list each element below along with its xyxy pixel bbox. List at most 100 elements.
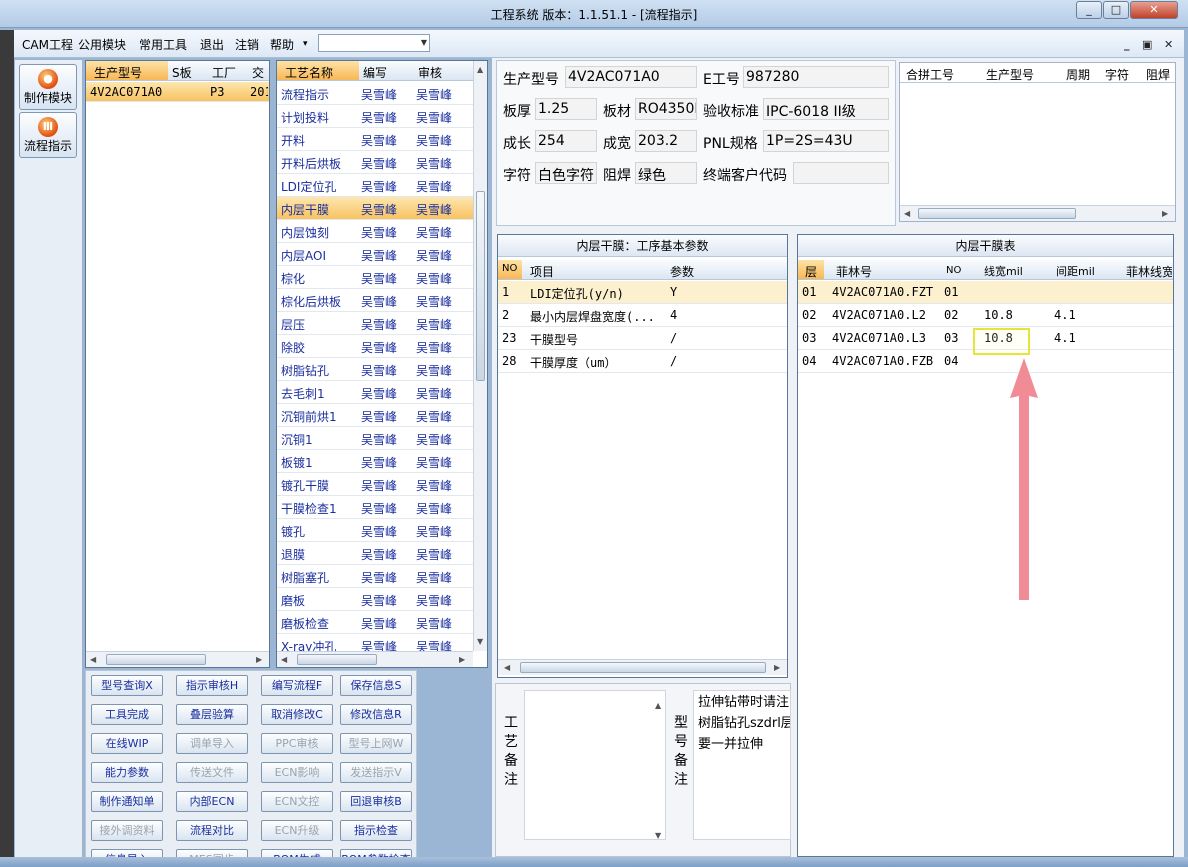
- menu-common-tools[interactable]: 常用工具: [139, 36, 187, 53]
- solder-mask-field[interactable]: 绿色: [635, 162, 697, 184]
- process-row[interactable]: 沉铜1 吴雪峰 吴雪峰: [277, 427, 473, 450]
- film-row[interactable]: 02 4V2AC071A0.L2 02 10.8 4.1: [798, 304, 1173, 327]
- model-value-field[interactable]: 4V2AC071A0: [565, 66, 697, 88]
- menu-public-module[interactable]: 公用模块: [78, 36, 126, 53]
- sidebar-make-module-button[interactable]: ● 制作模块: [19, 64, 77, 110]
- action-button[interactable]: 型号上网W: [340, 733, 412, 754]
- scroll-left-icon[interactable]: ◀: [281, 655, 287, 664]
- action-button[interactable]: 发送指示V: [340, 762, 412, 783]
- film-row[interactable]: 01 4V2AC071A0.FZT 01: [798, 281, 1173, 304]
- process-row[interactable]: 磨板检查 吴雪峰 吴雪峰: [277, 611, 473, 634]
- scroll-thumb[interactable]: [918, 208, 1076, 219]
- process-row[interactable]: 树脂钻孔 吴雪峰 吴雪峰: [277, 358, 473, 381]
- process-row[interactable]: 棕化后烘板 吴雪峰 吴雪峰: [277, 289, 473, 312]
- action-button[interactable]: 工具完成: [91, 704, 163, 725]
- minimize-button[interactable]: _: [1076, 1, 1102, 19]
- action-button[interactable]: 取消修改C: [261, 704, 333, 725]
- col-character[interactable]: 字符: [1105, 66, 1129, 83]
- thickness-field[interactable]: 1.25: [535, 98, 597, 120]
- param-row[interactable]: 28 干膜厚度（um） /: [498, 350, 787, 373]
- action-button[interactable]: 编写流程F: [261, 675, 333, 696]
- toolbar-combo[interactable]: ▼: [318, 34, 430, 52]
- scroll-right-icon[interactable]: ▶: [459, 655, 465, 664]
- col-item[interactable]: 项目: [530, 263, 554, 280]
- param-row[interactable]: 2 最小内层焊盘宽度(... 4: [498, 304, 787, 327]
- close-button[interactable]: ✕: [1130, 1, 1178, 19]
- process-row[interactable]: 磨板 吴雪峰 吴雪峰: [277, 588, 473, 611]
- sidebar-flow-button[interactable]: Ⅲ 流程指示: [19, 112, 77, 158]
- menu-help[interactable]: 帮助: [270, 36, 294, 53]
- col-no[interactable]: NO: [946, 265, 961, 276]
- customer-code-field[interactable]: [793, 162, 889, 184]
- action-button[interactable]: PPC审核: [261, 733, 333, 754]
- model-note-field[interactable]: 拉伸钻带时请注 树脂钻孔szdrl层 要一并拉伸: [693, 690, 791, 840]
- scroll-thumb[interactable]: [476, 191, 485, 381]
- col-film-no[interactable]: 菲林号: [836, 263, 872, 280]
- col-s-board[interactable]: S板: [172, 64, 192, 81]
- col-cycle[interactable]: 周期: [1066, 66, 1090, 83]
- menu-exit[interactable]: 退出: [200, 36, 224, 53]
- merge-table-hscrollbar[interactable]: ◀ ▶: [900, 205, 1175, 221]
- action-button[interactable]: 接外调资料: [91, 820, 163, 841]
- process-list-vscrollbar[interactable]: ▲ ▼: [473, 61, 487, 651]
- col-mask[interactable]: 阻焊: [1146, 66, 1170, 83]
- col-layer[interactable]: 层: [798, 260, 824, 279]
- model-row[interactable]: 4V2AC071A0 P3 201: [86, 82, 269, 102]
- param-row[interactable]: 23 干膜型号 /: [498, 327, 787, 350]
- scroll-thumb[interactable]: [520, 662, 766, 673]
- col-param[interactable]: 参数: [670, 263, 694, 280]
- length-field[interactable]: 254: [535, 130, 597, 152]
- col-due[interactable]: 交: [252, 64, 264, 81]
- scroll-right-icon[interactable]: ▶: [774, 663, 780, 672]
- process-row[interactable]: 退膜 吴雪峰 吴雪峰: [277, 542, 473, 565]
- process-row[interactable]: 内层蚀刻 吴雪峰 吴雪峰: [277, 220, 473, 243]
- process-row[interactable]: LDI定位孔 吴雪峰 吴雪峰: [277, 174, 473, 197]
- col-factory[interactable]: 工厂: [212, 64, 236, 81]
- width-field[interactable]: 203.2: [635, 130, 697, 152]
- menu-cam[interactable]: CAM工程: [22, 36, 73, 53]
- scroll-up-icon[interactable]: ▲: [477, 65, 483, 74]
- process-row[interactable]: 棕化 吴雪峰 吴雪峰: [277, 266, 473, 289]
- scroll-down-icon[interactable]: ▼: [477, 637, 483, 646]
- help-dropdown-icon[interactable]: ▾: [303, 39, 308, 49]
- model-list-hscrollbar[interactable]: ◀ ▶: [86, 651, 269, 667]
- action-button[interactable]: 保存信息S: [340, 675, 412, 696]
- process-row[interactable]: 开料 吴雪峰 吴雪峰: [277, 128, 473, 151]
- scroll-right-icon[interactable]: ▶: [1162, 209, 1168, 218]
- process-row[interactable]: 沉铜前烘1 吴雪峰 吴雪峰: [277, 404, 473, 427]
- action-button[interactable]: ECN影响: [261, 762, 333, 783]
- col-model[interactable]: 生产型号: [86, 61, 168, 80]
- scroll-right-icon[interactable]: ▶: [256, 655, 262, 664]
- params-hscrollbar[interactable]: ◀ ▶: [498, 659, 787, 675]
- process-row[interactable]: 镀孔 吴雪峰 吴雪峰: [277, 519, 473, 542]
- scroll-left-icon[interactable]: ◀: [904, 209, 910, 218]
- process-row[interactable]: 镀孔干膜 吴雪峰 吴雪峰: [277, 473, 473, 496]
- process-note-field[interactable]: ▲ ▼: [524, 690, 666, 840]
- action-button[interactable]: 能力参数: [91, 762, 163, 783]
- action-button[interactable]: 修改信息R: [340, 704, 412, 725]
- scroll-left-icon[interactable]: ◀: [90, 655, 96, 664]
- process-row[interactable]: 除胶 吴雪峰 吴雪峰: [277, 335, 473, 358]
- process-row[interactable]: 干膜检查1 吴雪峰 吴雪峰: [277, 496, 473, 519]
- process-list-hscrollbar[interactable]: ◀ ▶: [277, 651, 473, 667]
- action-button[interactable]: ECN升级: [261, 820, 333, 841]
- col-merge-job[interactable]: 合拼工号: [906, 66, 954, 83]
- mdi-minimize-icon[interactable]: _: [1124, 38, 1130, 51]
- process-row[interactable]: 内层干膜 吴雪峰 吴雪峰: [277, 197, 473, 220]
- action-button[interactable]: 流程对比: [176, 820, 248, 841]
- action-button[interactable]: 传送文件: [176, 762, 248, 783]
- scroll-left-icon[interactable]: ◀: [504, 663, 510, 672]
- eno-value-field[interactable]: 987280: [743, 66, 889, 88]
- process-row[interactable]: 开料后烘板 吴雪峰 吴雪峰: [277, 151, 473, 174]
- mdi-restore-icon[interactable]: ▣: [1142, 38, 1152, 51]
- col-spacing[interactable]: 间距mil: [1056, 263, 1095, 279]
- action-button[interactable]: 制作通知单: [91, 791, 163, 812]
- col-film-line-width[interactable]: 菲林线宽: [1126, 263, 1172, 280]
- scroll-thumb[interactable]: [297, 654, 377, 665]
- maximize-button[interactable]: □: [1103, 1, 1129, 19]
- character-field[interactable]: 白色字符: [535, 162, 597, 184]
- process-row[interactable]: 去毛刺1 吴雪峰 吴雪峰: [277, 381, 473, 404]
- col-reviewer[interactable]: 审核: [418, 64, 442, 81]
- standard-field[interactable]: IPC-6018 II级: [763, 98, 889, 120]
- process-row[interactable]: 内层AOI 吴雪峰 吴雪峰: [277, 243, 473, 266]
